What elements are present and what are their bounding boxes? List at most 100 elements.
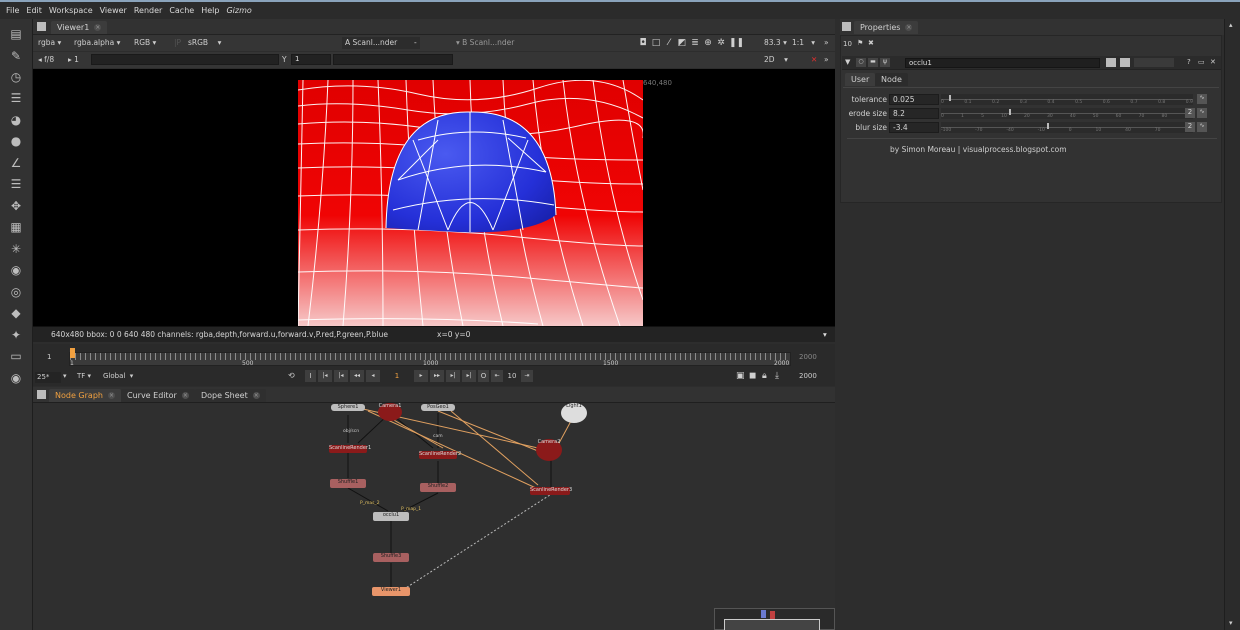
- max-panels-field[interactable]: 10: [843, 40, 852, 48]
- tolerance-slider[interactable]: 0 0.1 0.2 0.3 0.4 0.5 0.6 0.7 0.8 0.9: [941, 94, 1193, 105]
- views-icon[interactable]: ◎: [8, 284, 24, 300]
- expand-icon[interactable]: ▾: [823, 327, 827, 342]
- image-icon[interactable]: ▤: [8, 26, 24, 42]
- gain-control[interactable]: ◂ f/8: [35, 54, 57, 66]
- graph-navigator[interactable]: [714, 608, 835, 630]
- lock-panels-icon[interactable]: ⚑: [857, 39, 863, 47]
- node-graph-canvas[interactable]: Sphere1 Camera1 PosGeo1 Light1 obj/scn c…: [33, 403, 835, 630]
- out-point-icon[interactable]: O: [478, 370, 489, 382]
- node-viewer[interactable]: Viewer1: [372, 587, 410, 596]
- tf-dropdown[interactable]: TF ▾: [77, 372, 91, 380]
- node-scanline3[interactable]: ScanlineRender3: [530, 487, 572, 495]
- next-key-icon[interactable]: ▸|: [446, 370, 460, 382]
- slider-handle[interactable]: [948, 95, 951, 101]
- menu-gizmo[interactable]: Gizmo: [226, 6, 251, 15]
- node-sphere[interactable]: Sphere1: [331, 404, 365, 411]
- ratio-dropdown[interactable]: 1:1 ▾: [789, 37, 818, 49]
- in-frame[interactable]: 1: [47, 353, 51, 361]
- furnace-icon[interactable]: ◉: [8, 370, 24, 386]
- menu-file[interactable]: File: [6, 6, 19, 15]
- menu-edit[interactable]: Edit: [26, 6, 42, 15]
- pause-icon[interactable]: ❚❚: [729, 38, 744, 48]
- tab-viewer[interactable]: Viewer1 ×: [51, 21, 108, 34]
- close-icon[interactable]: ×: [181, 392, 189, 399]
- playhead[interactable]: [70, 348, 75, 358]
- draw-icon[interactable]: ✎: [8, 48, 24, 64]
- pane-menu-icon[interactable]: [37, 22, 46, 31]
- pane-menu-icon[interactable]: [37, 390, 46, 399]
- node-color2-icon[interactable]: ▬: [868, 58, 878, 67]
- node-posgeo[interactable]: PosGeo1: [421, 404, 455, 411]
- node-name-field[interactable]: occlu1: [905, 58, 1100, 68]
- play-back-icon[interactable]: ◂: [366, 370, 380, 382]
- blur-slider[interactable]: -100-70-40-100104070100: [941, 122, 1193, 133]
- cache-icon[interactable]: ⤓: [775, 371, 779, 381]
- timeline-ruler[interactable]: 1 500 1000 1500 2000: [69, 348, 791, 367]
- end-frame-field[interactable]: 2000: [799, 372, 817, 380]
- loop-icon[interactable]: ⟲: [288, 371, 295, 380]
- toolsets-icon[interactable]: ✦: [8, 327, 24, 343]
- skip-forward-icon[interactable]: ⇥: [521, 370, 533, 382]
- in-point-icon[interactable]: I: [305, 370, 316, 382]
- menu-viewer[interactable]: Viewer: [100, 6, 127, 15]
- pane-menu-icon[interactable]: [842, 22, 851, 31]
- current-frame-field[interactable]: 1: [382, 370, 412, 382]
- close-icon[interactable]: ×: [107, 392, 115, 399]
- out-frame[interactable]: 2000: [799, 353, 817, 361]
- node-camera1[interactable]: Camera1: [378, 403, 402, 421]
- record-icon[interactable]: ✕: [808, 54, 820, 66]
- view-mode-dropdown[interactable]: 2D ▾: [761, 54, 791, 66]
- right-scrollbar[interactable]: ▴ ▾: [1224, 19, 1240, 630]
- step-field[interactable]: 10: [505, 370, 519, 382]
- node-shuffle2[interactable]: Shuffle2: [420, 483, 456, 492]
- color-icon[interactable]: ◕: [8, 112, 24, 128]
- menu-cache[interactable]: Cache: [169, 6, 194, 15]
- collapse-icon[interactable]: ▼: [845, 58, 850, 66]
- node-scanline1[interactable]: ScanlineRender1: [329, 445, 371, 453]
- tab-properties[interactable]: Properties ×: [854, 21, 919, 34]
- slider-handle[interactable]: [1009, 109, 1012, 115]
- step-back-icon[interactable]: ◂◂: [350, 370, 364, 382]
- overlay-icon[interactable]: ◩: [677, 38, 687, 48]
- lock-icon[interactable]: 🔒︎: [762, 371, 767, 381]
- time-icon[interactable]: ◷: [8, 69, 24, 85]
- clip-icon[interactable]: ≣: [690, 38, 700, 48]
- float-icon[interactable]: ▭: [1198, 58, 1205, 66]
- deep-icon[interactable]: ◉: [8, 262, 24, 278]
- keyer-icon[interactable]: ∠: [8, 155, 24, 171]
- close-icon[interactable]: ×: [94, 24, 102, 31]
- tab-user[interactable]: User: [845, 73, 876, 86]
- skip-back-icon[interactable]: ⇤: [491, 370, 503, 382]
- safe-icon[interactable]: □: [651, 38, 661, 48]
- flipbook-icon[interactable]: ▣: [736, 371, 745, 381]
- channel-badge[interactable]: 2: [1185, 108, 1195, 118]
- input-b-dropdown[interactable]: ▾ B Scanl...nder: [453, 37, 543, 49]
- erode-field[interactable]: 8.2: [889, 108, 939, 119]
- animation-icon[interactable]: ∿: [1197, 108, 1207, 118]
- zoom-dropdown[interactable]: 83.3 ▾: [761, 37, 790, 49]
- proxy-icon[interactable]: |P: [171, 37, 184, 49]
- menu-help[interactable]: Help: [201, 6, 219, 15]
- animation-icon[interactable]: ∿: [1197, 94, 1207, 104]
- fps-field[interactable]: 25*: [35, 372, 61, 383]
- chevron-down-icon[interactable]: »: [821, 37, 832, 49]
- close-icon[interactable]: ✕: [1210, 58, 1216, 66]
- display-dropdown[interactable]: RGB ▾: [131, 37, 159, 49]
- help-question-icon[interactable]: ?: [1187, 58, 1191, 66]
- y-field[interactable]: 1: [291, 54, 331, 65]
- node-light[interactable]: Light1: [561, 403, 587, 423]
- tab-dope-sheet[interactable]: Dope Sheet ×: [195, 389, 266, 402]
- tab-node[interactable]: Node: [875, 73, 908, 86]
- node-shuffle1[interactable]: Shuffle1: [330, 479, 366, 488]
- node-shuffle3[interactable]: Shuffle3: [373, 553, 409, 562]
- scroll-up-icon[interactable]: ▴: [1229, 21, 1233, 29]
- wipe-icon[interactable]: ⁄: [664, 38, 674, 48]
- tab-node-graph[interactable]: Node Graph ×: [49, 389, 121, 402]
- 3d-icon[interactable]: ▦: [8, 219, 24, 235]
- play-icon[interactable]: ▸: [414, 370, 428, 382]
- node-camera2[interactable]: Camera2: [536, 439, 562, 461]
- node-scanline2[interactable]: ScanlineRender2: [419, 451, 461, 459]
- help-icon[interactable]: ψ: [880, 58, 890, 67]
- erode-slider[interactable]: 0151020304050607080100: [941, 108, 1193, 119]
- close-icon[interactable]: ×: [252, 392, 260, 399]
